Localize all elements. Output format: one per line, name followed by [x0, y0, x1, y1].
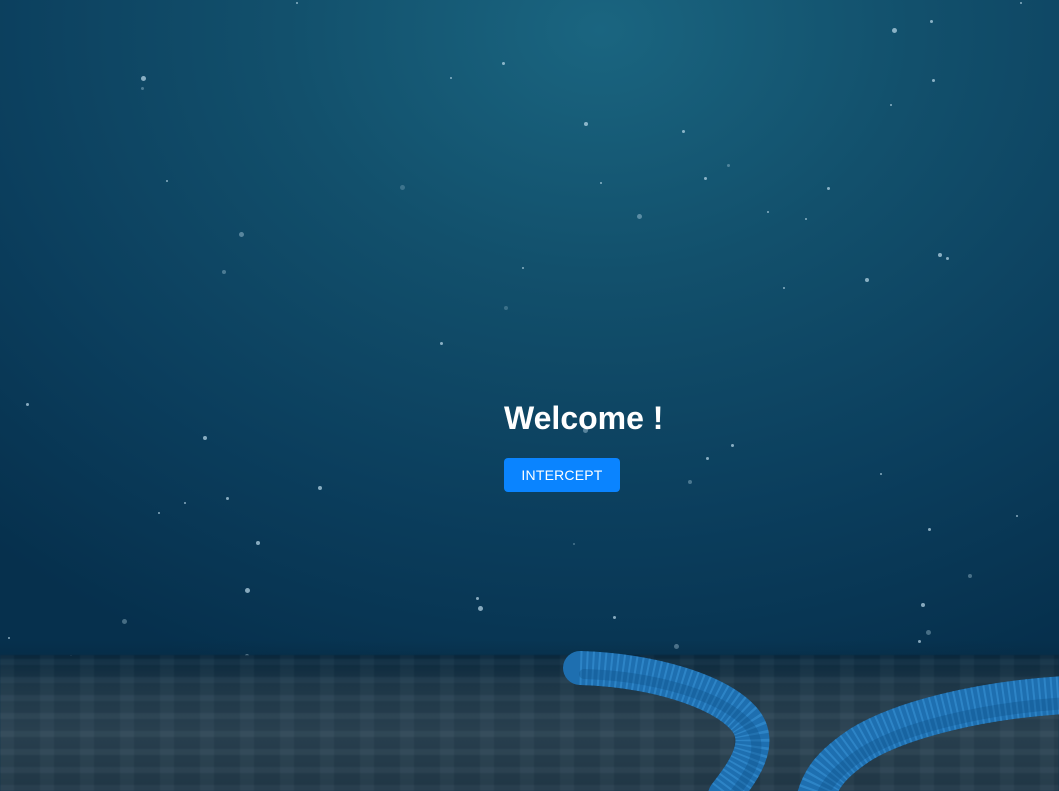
welcome-heading: Welcome !: [504, 400, 664, 436]
undersea-cables: [563, 651, 1059, 791]
intercept-button[interactable]: INTERCEPT: [504, 458, 620, 492]
underwater-background: [0, 0, 1059, 791]
